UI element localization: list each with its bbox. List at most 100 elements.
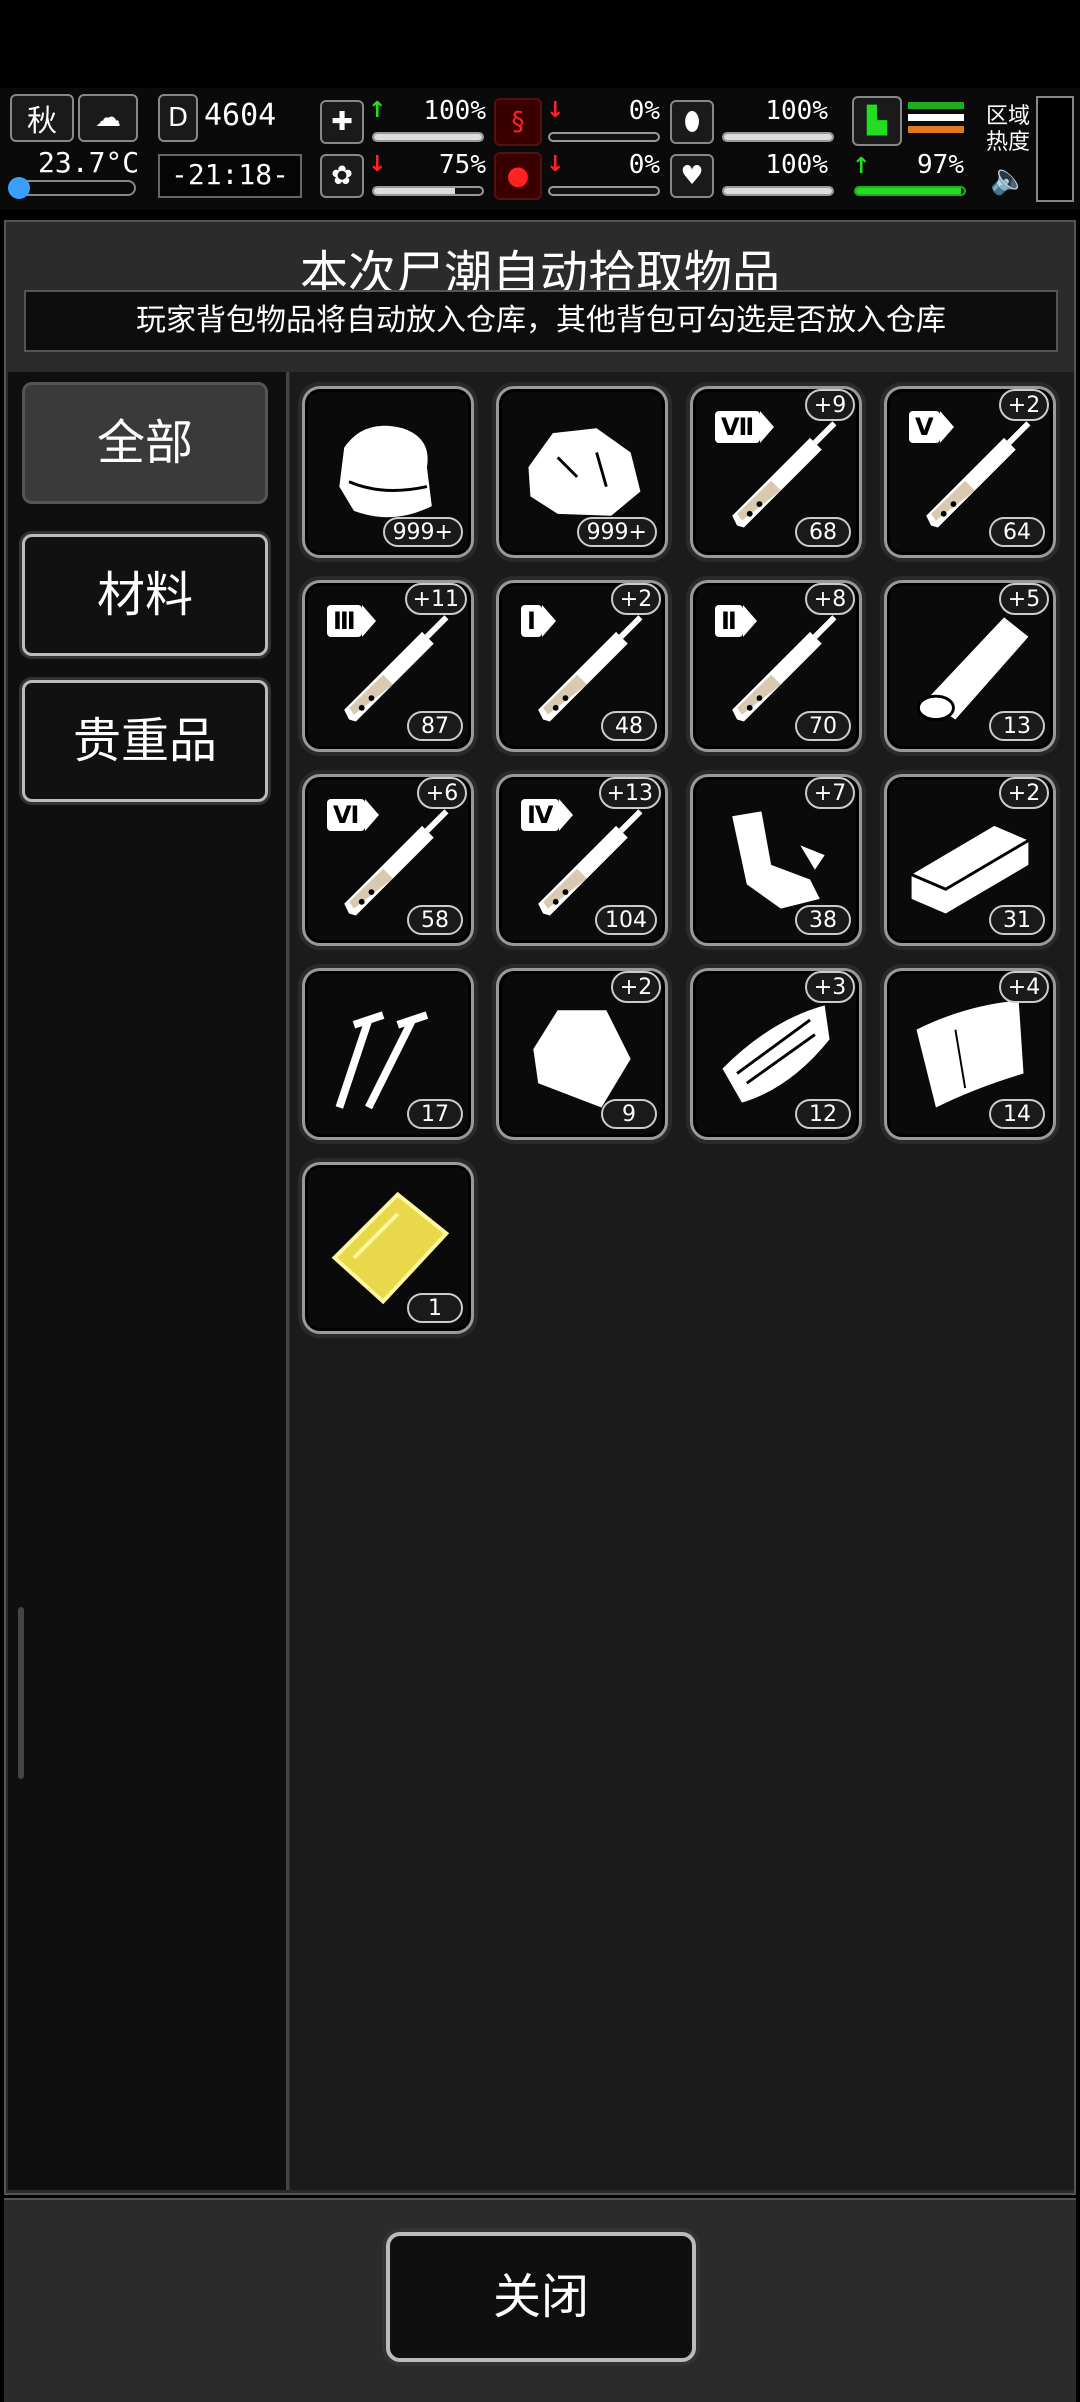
- item-slot[interactable]: +2 9: [496, 968, 668, 1140]
- tier-label: Ⅶ: [715, 411, 775, 443]
- category-valuables-button[interactable]: 贵重品: [22, 680, 268, 802]
- medicine-bar: [722, 132, 834, 142]
- hunger-value: 0%: [628, 96, 660, 126]
- item-slot[interactable]: Ⅱ +8 70: [690, 580, 862, 752]
- trend-up-icon: ↑: [368, 98, 387, 123]
- day-counter: 4604: [204, 98, 277, 133]
- thirst-value: 0%: [628, 150, 660, 180]
- item-slot[interactable]: +7 38: [690, 774, 862, 946]
- health-bar: [372, 132, 484, 142]
- item-count: 48: [601, 711, 657, 741]
- heart-bar: [722, 186, 834, 196]
- item-slot[interactable]: I +2 48: [496, 580, 668, 752]
- boot-icon: ▙: [852, 96, 902, 146]
- speaker-icon[interactable]: 🔈: [990, 162, 1027, 197]
- tier-label: Ⅵ: [327, 799, 380, 831]
- bonus-badge: +7: [805, 777, 855, 809]
- bonus-badge: +2: [611, 971, 661, 1003]
- temperature-readout: 23.7°C: [38, 146, 140, 179]
- zone-label: 区域 热度: [986, 104, 1031, 155]
- tier-label: Ⅲ: [327, 605, 376, 637]
- bonus-badge: +13: [598, 777, 661, 809]
- tier-label: I: [521, 605, 556, 637]
- stomach-icon: §: [494, 98, 542, 146]
- tier-label: V: [909, 411, 953, 443]
- medicine-value: 100%: [765, 96, 828, 126]
- item-count: 1: [407, 1293, 463, 1323]
- medkit-icon: ✚: [320, 100, 364, 144]
- item-count: 31: [989, 905, 1045, 935]
- bonus-badge: +3: [805, 971, 855, 1003]
- thermometer-icon: [8, 177, 136, 199]
- bonus-badge: +5: [999, 583, 1049, 615]
- dialog-subtitle: 玩家背包物品将自动放入仓库，其他背包可勾选是否放入仓库: [24, 290, 1058, 352]
- health-value: 100%: [423, 96, 486, 126]
- item-slot[interactable]: Ⅳ +13 104: [496, 774, 668, 946]
- tier-label: Ⅱ: [715, 605, 757, 637]
- bonus-badge: +8: [805, 583, 855, 615]
- pill-icon: ⬮: [670, 100, 714, 144]
- item-count: 38: [795, 905, 851, 935]
- close-button[interactable]: 关闭: [386, 2232, 696, 2362]
- item-grid: 999+ 999+ Ⅶ +9 68 V +2 64 Ⅲ +11 87 I +2 48 Ⅱ +8 70 +5 13 Ⅵ +…: [290, 372, 1074, 2190]
- category-materials-button[interactable]: 材料: [22, 534, 268, 656]
- item-count: 17: [407, 1099, 463, 1129]
- item-count: 999+: [382, 517, 463, 547]
- blood-drop-icon: ●: [494, 152, 542, 200]
- bonus-badge: +11: [404, 583, 467, 615]
- category-all-button[interactable]: 全部: [22, 382, 268, 504]
- item-slot[interactable]: 17: [302, 968, 474, 1140]
- stamina-bar: [854, 186, 966, 196]
- item-count: 14: [989, 1099, 1045, 1129]
- item-slot[interactable]: 999+: [302, 386, 474, 558]
- bonus-badge: +9: [805, 389, 855, 421]
- item-slot[interactable]: Ⅵ +6 58: [302, 774, 474, 946]
- sanity-bar: [372, 186, 484, 196]
- item-count: 9: [601, 1099, 657, 1129]
- trend-down-icon: ↓: [368, 152, 387, 177]
- thirst-bar: [548, 186, 660, 196]
- item-count: 87: [407, 711, 463, 741]
- day-icon: D: [158, 94, 198, 142]
- heart-value: 100%: [765, 150, 828, 180]
- item-count: 13: [989, 711, 1045, 741]
- rain-cloud-icon: ☁: [78, 94, 138, 142]
- bonus-badge: +6: [417, 777, 467, 809]
- bonus-badge: +4: [999, 971, 1049, 1003]
- item-slot[interactable]: Ⅲ +11 87: [302, 580, 474, 752]
- heart-icon: ♥: [670, 154, 714, 198]
- item-count: 68: [795, 517, 851, 547]
- item-slot[interactable]: +2 31: [884, 774, 1056, 946]
- bonus-badge: +2: [999, 777, 1049, 809]
- hunger-bar: [548, 132, 660, 142]
- item-count: 999+: [576, 517, 657, 547]
- status-hud: 秋 ☁ 23.7°C D 4604 -21:18- ✚ ↑ 100% § ↓ 0…: [0, 88, 1080, 210]
- clock-readout: -21:18-: [158, 154, 302, 198]
- item-slot[interactable]: V +2 64: [884, 386, 1056, 558]
- stamina-value: 97%: [917, 150, 964, 180]
- category-sidebar: 全部 材料 贵重品: [8, 372, 289, 2190]
- brain-icon: ✿: [320, 154, 364, 198]
- season-label: 秋: [27, 104, 57, 139]
- item-slot[interactable]: 999+: [496, 386, 668, 558]
- sanity-value: 75%: [439, 150, 486, 180]
- item-slot[interactable]: 1: [302, 1162, 474, 1334]
- item-count: 58: [407, 905, 463, 935]
- bonus-badge: +2: [999, 389, 1049, 421]
- item-count: 12: [795, 1099, 851, 1129]
- item-count: 104: [595, 905, 657, 935]
- sidebar-scrollbar[interactable]: [18, 1607, 24, 1779]
- stamina-stripes: [908, 102, 964, 138]
- auto-pickup-dialog: 本次尸潮自动拾取物品 玩家背包物品将自动放入仓库，其他背包可勾选是否放入仓库 全…: [4, 220, 1076, 2195]
- tier-label: Ⅳ: [521, 799, 574, 831]
- item-count: 64: [989, 517, 1045, 547]
- season-badge: 秋: [10, 94, 74, 142]
- item-count: 70: [795, 711, 851, 741]
- item-slot[interactable]: +4 14: [884, 968, 1056, 1140]
- item-slot[interactable]: +3 12: [690, 968, 862, 1140]
- dialog-footer: 关闭: [4, 2198, 1076, 2402]
- item-slot[interactable]: Ⅶ +9 68: [690, 386, 862, 558]
- bonus-badge: +2: [611, 583, 661, 615]
- item-slot[interactable]: +5 13: [884, 580, 1056, 752]
- zone-heat-meter: [1036, 96, 1074, 202]
